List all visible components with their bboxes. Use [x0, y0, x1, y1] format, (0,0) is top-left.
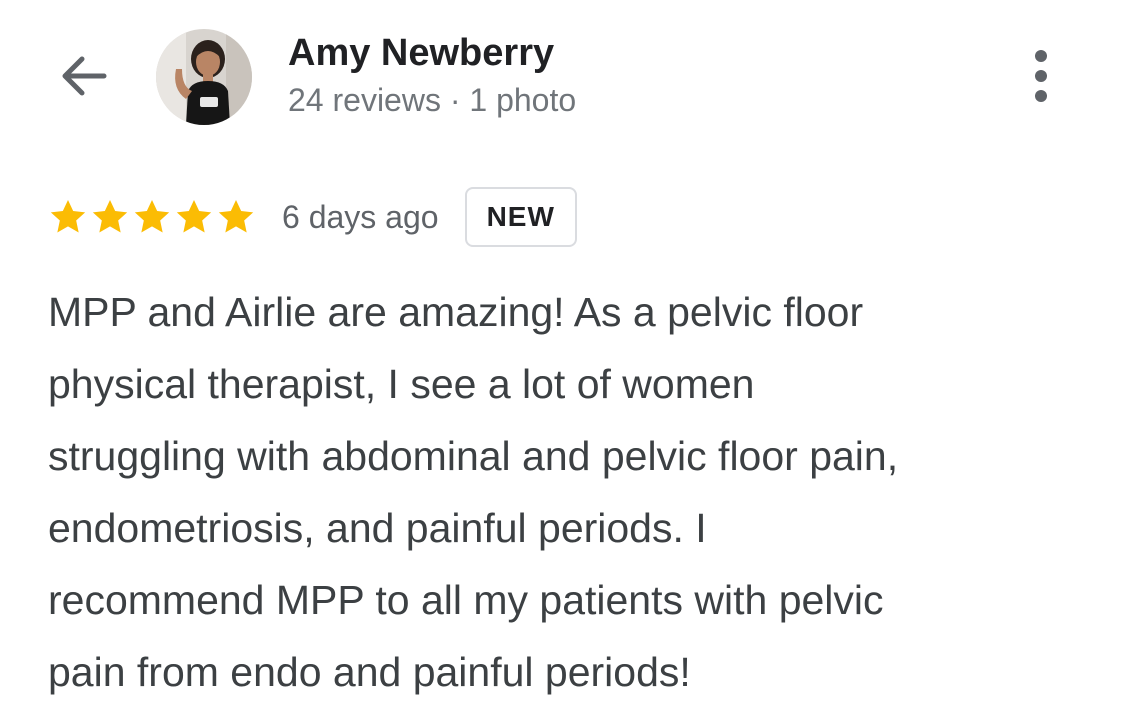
review-detail-page: Amy Newberry 24 reviews · 1 photo 6 days…	[0, 0, 1125, 719]
review-line: endometriosis, and painful periods. I	[48, 505, 707, 551]
review-line: recommend MPP to all my patients with pe…	[48, 577, 884, 623]
profile-photo	[156, 29, 252, 125]
star-icon	[218, 200, 254, 233]
star-icon	[134, 200, 170, 233]
back-button[interactable]	[52, 44, 116, 108]
avatar[interactable]	[156, 29, 252, 125]
more-options-button[interactable]	[1016, 46, 1066, 106]
review-line: pain from endo and painful periods!	[48, 649, 691, 695]
reviewer-header: Amy Newberry 24 reviews · 1 photo	[0, 0, 1125, 150]
more-vertical-icon	[1035, 50, 1047, 102]
review-line: physical therapist, I see a lot of women	[48, 361, 755, 407]
reviewer-meta: 24 reviews · 1 photo	[288, 82, 577, 118]
review-line: MPP and Airlie are amazing! As a pelvic …	[48, 289, 864, 335]
star-icon	[50, 200, 86, 233]
rating-row: 6 days ago NEW	[48, 184, 577, 250]
star-rating	[48, 197, 256, 237]
arrow-left-icon	[62, 56, 107, 96]
reviewer-name[interactable]: Amy Newberry	[288, 30, 554, 76]
star-icon	[92, 200, 128, 233]
star-icon	[176, 200, 212, 233]
review-line: struggling with abdominal and pelvic flo…	[48, 433, 899, 479]
new-badge: NEW	[464, 187, 577, 247]
review-text: MPP and Airlie are amazing! As a pelvic …	[48, 276, 1088, 708]
review-date: 6 days ago	[282, 198, 439, 235]
